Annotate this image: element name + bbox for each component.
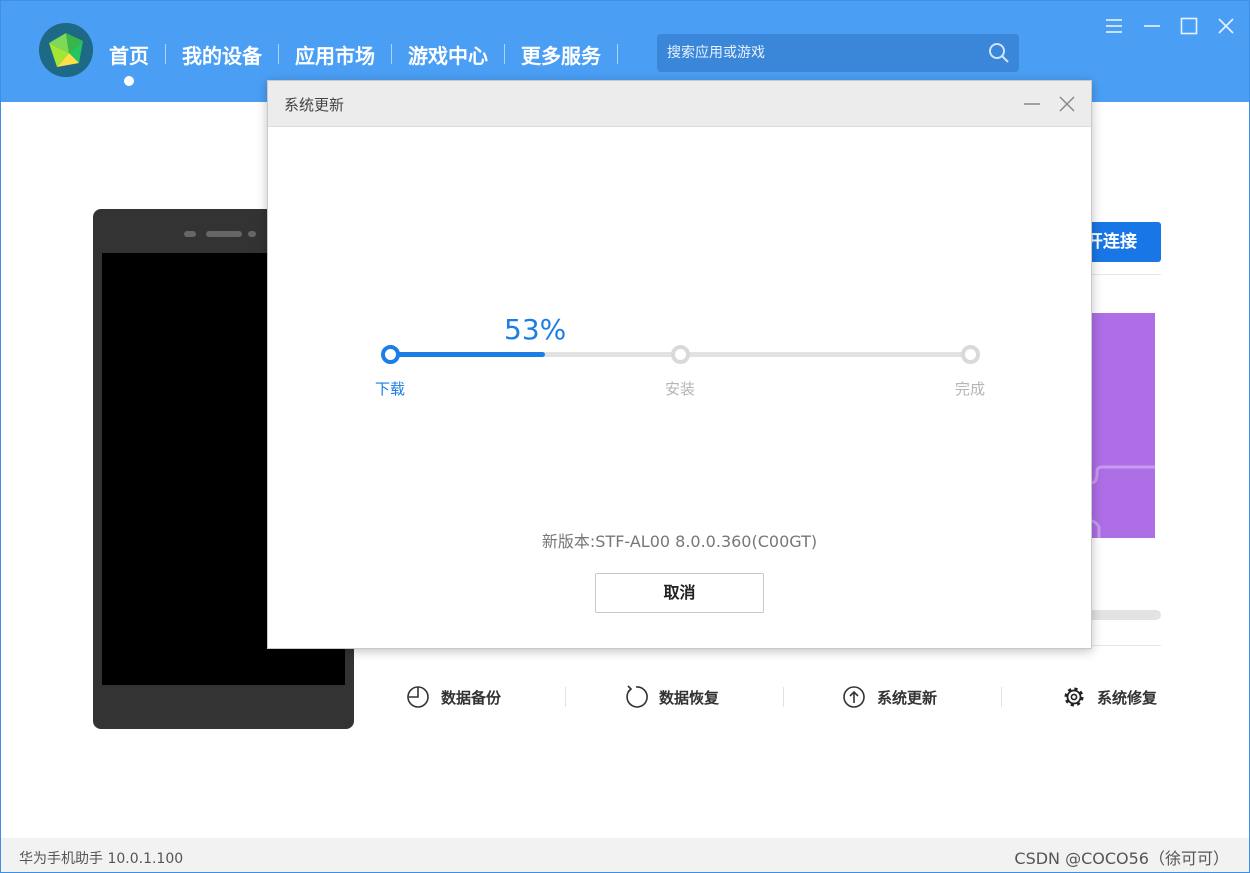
phone-sensor [184,231,196,237]
tool-system-repair[interactable]: 系统修复 [1061,675,1157,719]
search-input[interactable] [657,34,977,72]
restore-icon [626,685,648,708]
progress-fill [391,352,545,357]
phone-camera [248,231,256,237]
app-logo [39,23,93,77]
divider [1091,645,1161,646]
step-node-install [670,345,690,364]
nav-divider [391,44,392,64]
app-window: 首页 我的设备 应用市场 游戏中心 更多服务 搜索应用或游戏 开连接 数据备份 … [0,0,1250,873]
tool-label: 系统更新 [877,688,938,707]
step-label-install: 安装 [664,380,696,398]
update-icon [843,686,865,708]
system-update-dialog: 系统更新 53% 下载 安装 完成 新版本:STF-AL00 8.0.0.360… [267,80,1092,649]
promo-card[interactable] [1081,313,1155,538]
tool-divider [1001,687,1002,707]
nav-divider [278,44,279,64]
tool-label: 数据恢复 [659,688,720,707]
tools-row: 数据备份 数据恢复 系统更新 系统修复 [393,675,1173,719]
gear-icon [1064,687,1084,707]
step-node-complete [960,345,980,364]
nav-divider [617,44,618,64]
nav-app-market[interactable]: 应用市场 [287,40,383,69]
tool-divider [783,687,784,707]
nav-more-services[interactable]: 更多服务 [513,40,609,69]
phone-speaker [206,231,242,237]
minimize-icon[interactable] [1141,15,1163,37]
storage-bar [1086,610,1161,620]
app-version: 华为手机助手 10.0.1.100 [19,851,184,867]
active-indicator [124,75,134,86]
nav-my-devices[interactable]: 我的设备 [174,40,270,69]
minimize-icon[interactable] [1021,93,1043,115]
cancel-button[interactable]: 取消 [595,573,764,613]
search-icon[interactable] [987,41,1011,65]
watermark: CSDN @COCO56（徐可可） [1014,849,1229,868]
progress-percent: 53% [504,313,567,346]
tool-system-update[interactable]: 系统更新 [841,675,937,719]
tool-label: 数据备份 [441,688,502,707]
step-label-download: 下载 [374,380,406,398]
backup-icon [407,686,429,708]
step-node-download [380,345,400,364]
step-label-complete: 完成 [954,380,986,398]
status-bar: 华为手机助手 10.0.1.100 CSDN @COCO56（徐可可） [1,838,1249,872]
menu-icon[interactable] [1103,15,1125,37]
tool-label: 系统修复 [1097,688,1158,707]
nav-divider [504,44,505,64]
tool-divider [565,687,566,707]
tool-data-backup[interactable]: 数据备份 [405,675,501,719]
divider [1091,274,1161,275]
main-nav: 首页 我的设备 应用市场 游戏中心 更多服务 [101,37,626,86]
dialog-title: 系统更新 [284,96,345,114]
nav-game-center[interactable]: 游戏中心 [400,40,496,69]
search-box [657,34,1019,72]
close-icon[interactable] [1056,93,1078,115]
new-version-info: 新版本:STF-AL00 8.0.0.360(C00GT) [541,532,818,551]
maximize-icon[interactable] [1178,15,1200,37]
tool-data-restore[interactable]: 数据恢复 [623,675,719,719]
close-icon[interactable] [1215,15,1237,37]
nav-home[interactable]: 首页 [101,40,157,86]
dialog-titlebar[interactable]: 系统更新 [268,81,1091,127]
nav-divider [165,44,166,64]
